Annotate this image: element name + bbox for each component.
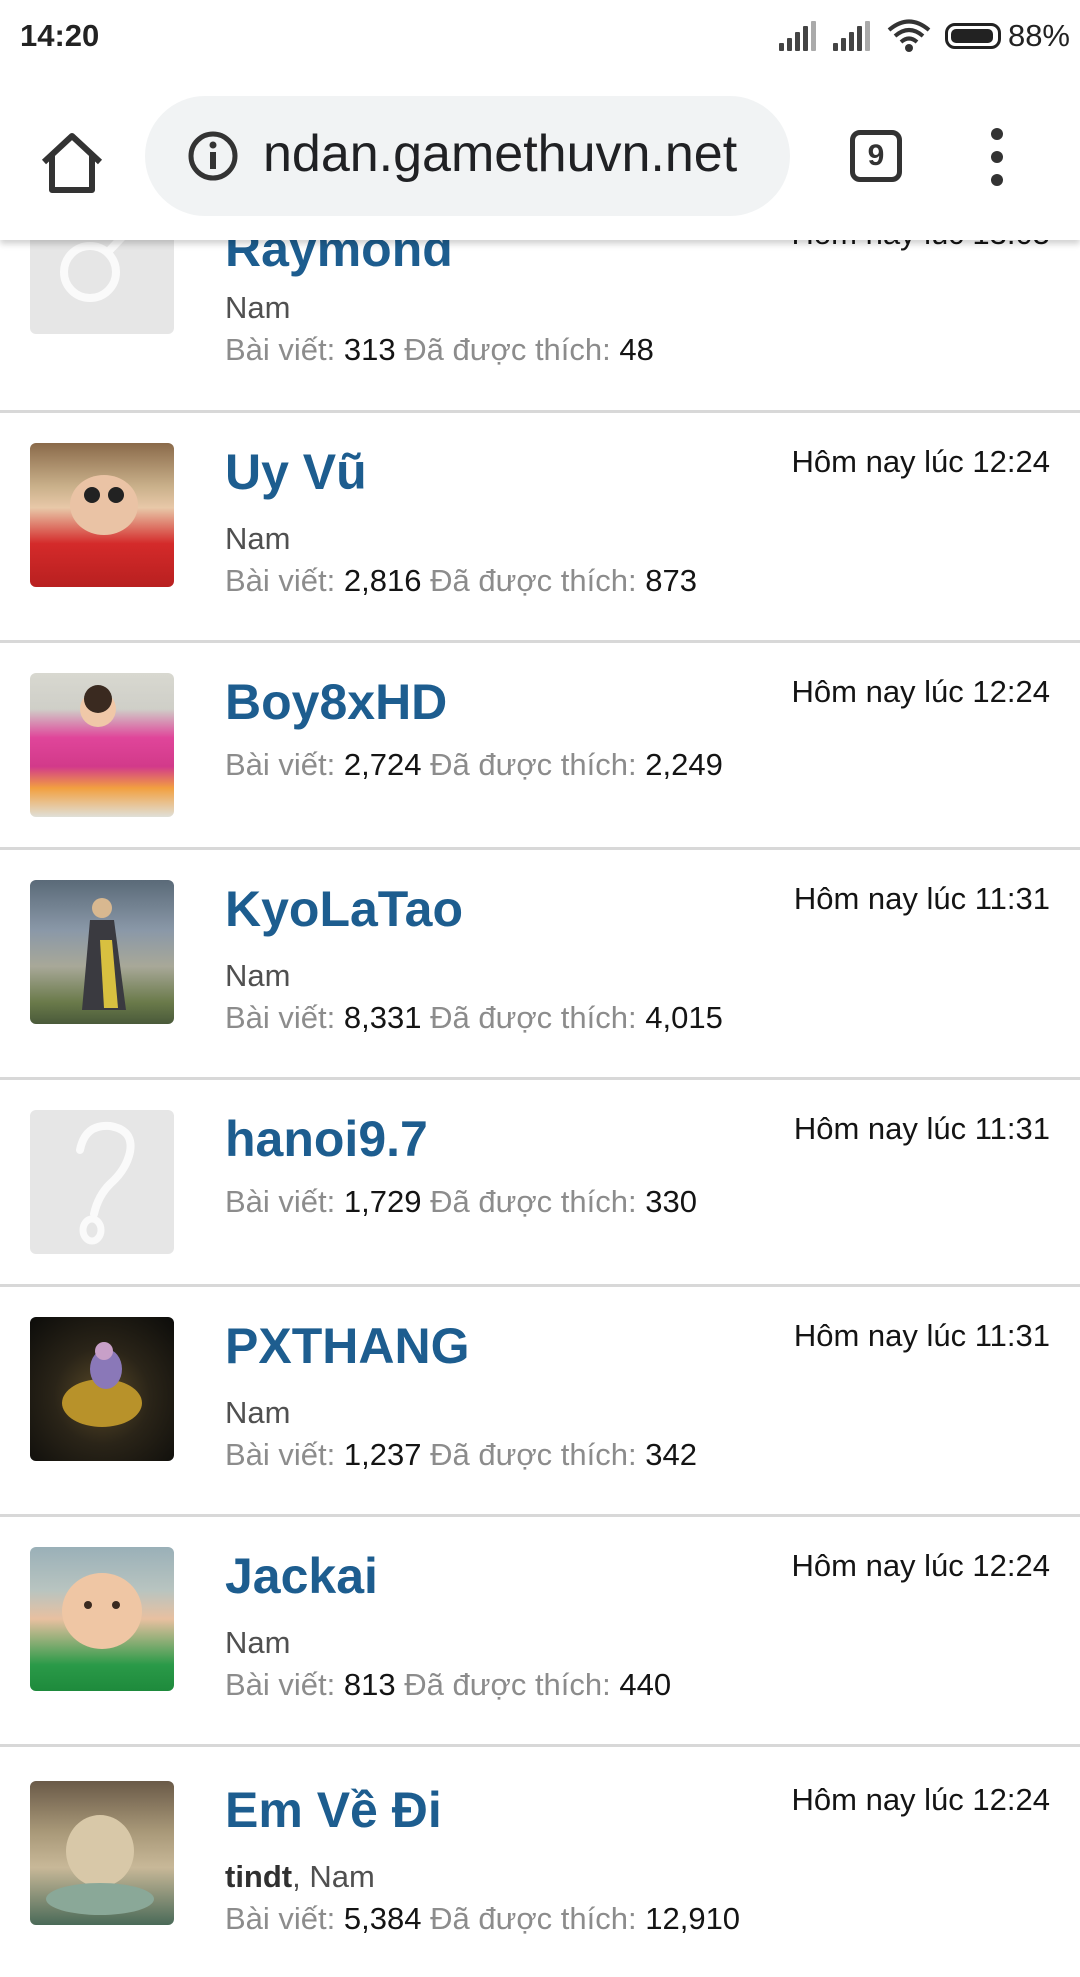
member-username[interactable]: Boy8xHD — [225, 673, 447, 731]
likes-label: Đã được thích: — [430, 1184, 637, 1219]
member-gender: , Nam — [292, 1859, 375, 1894]
member-username[interactable]: Uy Vũ — [225, 443, 367, 501]
member-last-seen: Hôm nay lúc 11:31 — [793, 881, 1050, 916]
wifi-icon — [887, 19, 931, 52]
member-gender: Nam — [225, 958, 291, 993]
member-stats: Bài viết: 2,816 Đã được thích: 873 — [225, 563, 697, 599]
posts-count: 2,816 — [343, 563, 422, 598]
member-last-seen: Hôm nay lúc 11:31 — [793, 1318, 1050, 1353]
posts-count: 1,237 — [343, 1437, 422, 1472]
likes-count: 2,249 — [645, 747, 723, 782]
posts-label: Bài viết: — [225, 1000, 336, 1035]
likes-count: 873 — [645, 563, 697, 598]
url-text[interactable]: ndan.gamethuvn.net — [263, 124, 773, 184]
likes-label: Đã được thích: — [404, 1667, 611, 1702]
member-stats: Bài viết: 8,331 Đã được thích: 4,015 — [225, 1000, 723, 1036]
tab-switcher-button[interactable]: 9 — [850, 130, 902, 182]
member-stats: Bài viết: 313 Đã được thích: 48 — [225, 332, 654, 368]
member-username[interactable]: PXTHANG — [225, 1317, 469, 1375]
member-avatar[interactable] — [30, 1317, 174, 1461]
likes-label: Đã được thích: — [430, 563, 637, 598]
member-stats: Bài viết: 813 Đã được thích: 440 — [225, 1667, 671, 1703]
status-bar: 14:20 88% — [0, 0, 1080, 74]
posts-label: Bài viết: — [225, 332, 336, 367]
member-last-seen: Hôm nay lúc 12:24 — [791, 674, 1050, 709]
member-username[interactable]: KyoLaTao — [225, 880, 463, 938]
posts-count: 1,729 — [343, 1184, 422, 1219]
posts-label: Bài viết: — [225, 1437, 336, 1472]
member-avatar[interactable] — [30, 673, 174, 817]
member-avatar[interactable] — [30, 1781, 174, 1925]
default-unknown-avatar[interactable] — [30, 1110, 174, 1254]
posts-count: 5,384 — [343, 1901, 422, 1936]
status-time: 14:20 — [20, 18, 100, 53]
likes-count: 440 — [619, 1667, 672, 1702]
likes-label: Đã được thích: — [404, 332, 611, 367]
likes-count: 12,910 — [645, 1901, 741, 1936]
member-last-seen: Hôm nay lúc 12:24 — [791, 1548, 1050, 1583]
posts-count: 2,724 — [343, 747, 422, 782]
member-stats: Bài viết: 1,237 Đã được thích: 342 — [225, 1437, 697, 1473]
member-last-seen: Hôm nay lúc 12:24 — [791, 1782, 1050, 1817]
cell-signal-icon — [832, 21, 873, 51]
member-row[interactable]: Jackai Hôm nay lúc 12:24 Nam Bài viết: 8… — [0, 1517, 1080, 1747]
likes-label: Đã được thích: — [430, 747, 637, 782]
cell-signal-icon — [778, 21, 819, 51]
address-bar[interactable]: ndan.gamethuvn.net — [145, 96, 790, 216]
info-icon[interactable] — [187, 130, 239, 182]
member-row[interactable]: Boy8xHD Hôm nay lúc 12:24 Bài viết: 2,72… — [0, 643, 1080, 850]
member-last-seen: Hôm nay lúc 11:31 — [793, 1111, 1050, 1146]
likes-count: 4,015 — [645, 1000, 723, 1035]
posts-label: Bài viết: — [225, 1184, 336, 1219]
posts-count: 8,331 — [343, 1000, 422, 1035]
battery-percent: 88% — [1007, 18, 1070, 53]
member-avatar[interactable] — [30, 443, 174, 587]
likes-count: 330 — [645, 1184, 697, 1219]
member-row[interactable]: PXTHANG Hôm nay lúc 11:31 Nam Bài viết: … — [0, 1287, 1080, 1517]
browser-toolbar: ndan.gamethuvn.net 9 — [0, 74, 1080, 240]
member-gender: Nam — [225, 290, 291, 325]
member-stats: Bài viết: 2,724 Đã được thích: 2,249 — [225, 747, 723, 783]
member-row[interactable]: Uy Vũ Hôm nay lúc 12:24 Nam Bài viết: 2,… — [0, 413, 1080, 643]
member-avatar[interactable] — [30, 1547, 174, 1691]
posts-count: 813 — [343, 1667, 396, 1702]
battery-indicator: 88% — [944, 18, 1070, 54]
member-username[interactable]: Jackai — [225, 1547, 378, 1605]
posts-count: 313 — [343, 332, 396, 367]
member-custom-title: tindt — [225, 1859, 293, 1894]
posts-label: Bài viết: — [225, 563, 336, 598]
member-username[interactable]: Em Về Đi — [225, 1781, 442, 1839]
member-avatar[interactable] — [30, 880, 174, 1024]
member-gender: Nam — [225, 521, 291, 556]
likes-count: 48 — [619, 332, 654, 367]
member-stats: Bài viết: 5,384 Đã được thích: 12,910 — [225, 1901, 740, 1937]
posts-label: Bài viết: — [225, 1667, 336, 1702]
member-row[interactable]: hanoi9.7 Hôm nay lúc 11:31 Bài viết: 1,7… — [0, 1080, 1080, 1287]
likes-label: Đã được thích: — [430, 1000, 637, 1035]
member-stats: Bài viết: 1,729 Đã được thích: 330 — [225, 1184, 697, 1220]
member-gender: Nam — [225, 1625, 291, 1660]
member-username[interactable]: hanoi9.7 — [225, 1110, 428, 1168]
member-last-seen: Hôm nay lúc 12:24 — [791, 444, 1050, 479]
member-title-gender: tindt, Nam — [225, 1859, 375, 1895]
likes-count: 342 — [645, 1437, 697, 1472]
likes-label: Đã được thích: — [430, 1901, 637, 1936]
overflow-menu-icon[interactable] — [983, 128, 1011, 188]
home-icon[interactable] — [36, 126, 108, 198]
member-gender: Nam — [225, 1395, 291, 1430]
likes-label: Đã được thích: — [430, 1437, 637, 1472]
member-row[interactable]: Em Về Đi Hôm nay lúc 12:24 tindt, Nam Bà… — [0, 1747, 1080, 1977]
posts-label: Bài viết: — [225, 747, 336, 782]
posts-label: Bài viết: — [225, 1901, 336, 1936]
member-row[interactable]: KyoLaTao Hôm nay lúc 11:31 Nam Bài viết:… — [0, 850, 1080, 1080]
status-icons: 88% — [778, 16, 1070, 56]
battery-icon — [944, 23, 1001, 49]
